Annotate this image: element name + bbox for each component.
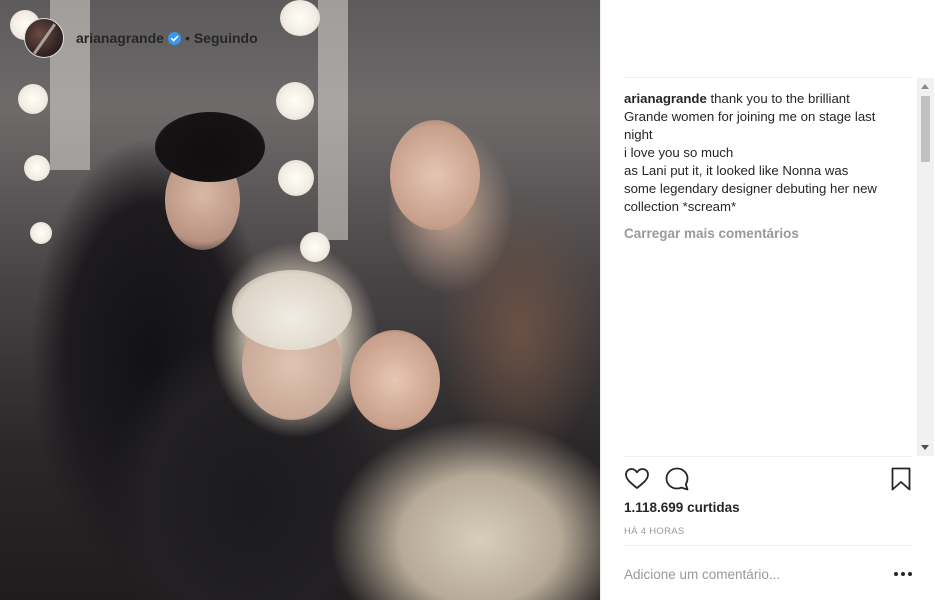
likes-count[interactable]: 1.118.699 curtidas (624, 500, 740, 515)
more-options-icon[interactable] (894, 572, 912, 576)
person-face (155, 112, 265, 182)
vanity-bulb (278, 160, 314, 196)
scroll-down-arrow-icon[interactable] (921, 445, 929, 450)
scroll-up-arrow-icon[interactable] (921, 84, 929, 89)
vanity-bulb (276, 82, 314, 120)
person-face (350, 330, 440, 430)
post-caption: arianagrande thank you to the brilliant … (624, 90, 902, 216)
comments-area: arianagrande thank you to the brilliant … (624, 90, 902, 450)
add-comment-row: Adicione um comentário... (624, 562, 912, 586)
post-username[interactable]: arianagrande (76, 30, 164, 46)
mirror-frame (318, 0, 348, 240)
vanity-bulb (24, 155, 50, 181)
scrollbar-thumb[interactable] (921, 96, 930, 162)
caption-line: collection *scream* (624, 199, 737, 214)
post-photo[interactable] (0, 0, 600, 600)
vanity-bulb (300, 232, 330, 262)
post-actions (624, 466, 912, 494)
add-comment-input[interactable]: Adicione um comentário... (624, 567, 780, 582)
vanity-bulb (280, 0, 320, 36)
separator-dot: • (184, 30, 190, 46)
avatar[interactable] (24, 18, 64, 58)
load-more-comments-link[interactable]: Carregar mais comentários (624, 226, 902, 241)
caption-line: as Lani put it, it looked like Nonna was (624, 163, 849, 178)
caption-line: night (624, 127, 653, 142)
caption-username[interactable]: arianagrande (624, 91, 707, 106)
header-divider (624, 77, 912, 78)
verified-badge-icon (167, 31, 181, 45)
person-face (390, 120, 480, 230)
caption-line: thank you to the brilliant (710, 91, 850, 106)
post-timestamp[interactable]: HÁ 4 HORAS (624, 526, 685, 537)
dot (894, 572, 898, 576)
vanity-bulb (30, 222, 52, 244)
heart-icon[interactable] (624, 466, 650, 492)
dot (901, 572, 905, 576)
comment-divider (624, 545, 912, 546)
comments-scrollbar[interactable] (917, 78, 934, 456)
caption-line: Grande women for joining me on stage las… (624, 109, 876, 124)
bookmark-icon[interactable] (888, 466, 914, 492)
caption-line: i love you so much (624, 145, 734, 160)
comment-bubble-icon[interactable] (664, 466, 690, 492)
following-button[interactable]: Seguindo (194, 30, 258, 46)
actions-divider (624, 456, 912, 457)
person-face (232, 270, 352, 350)
vanity-bulb (18, 84, 48, 114)
dot (908, 572, 912, 576)
post-header: arianagrande • Seguindo (24, 17, 258, 59)
caption-line: some legendary designer debuting her new (624, 181, 877, 196)
